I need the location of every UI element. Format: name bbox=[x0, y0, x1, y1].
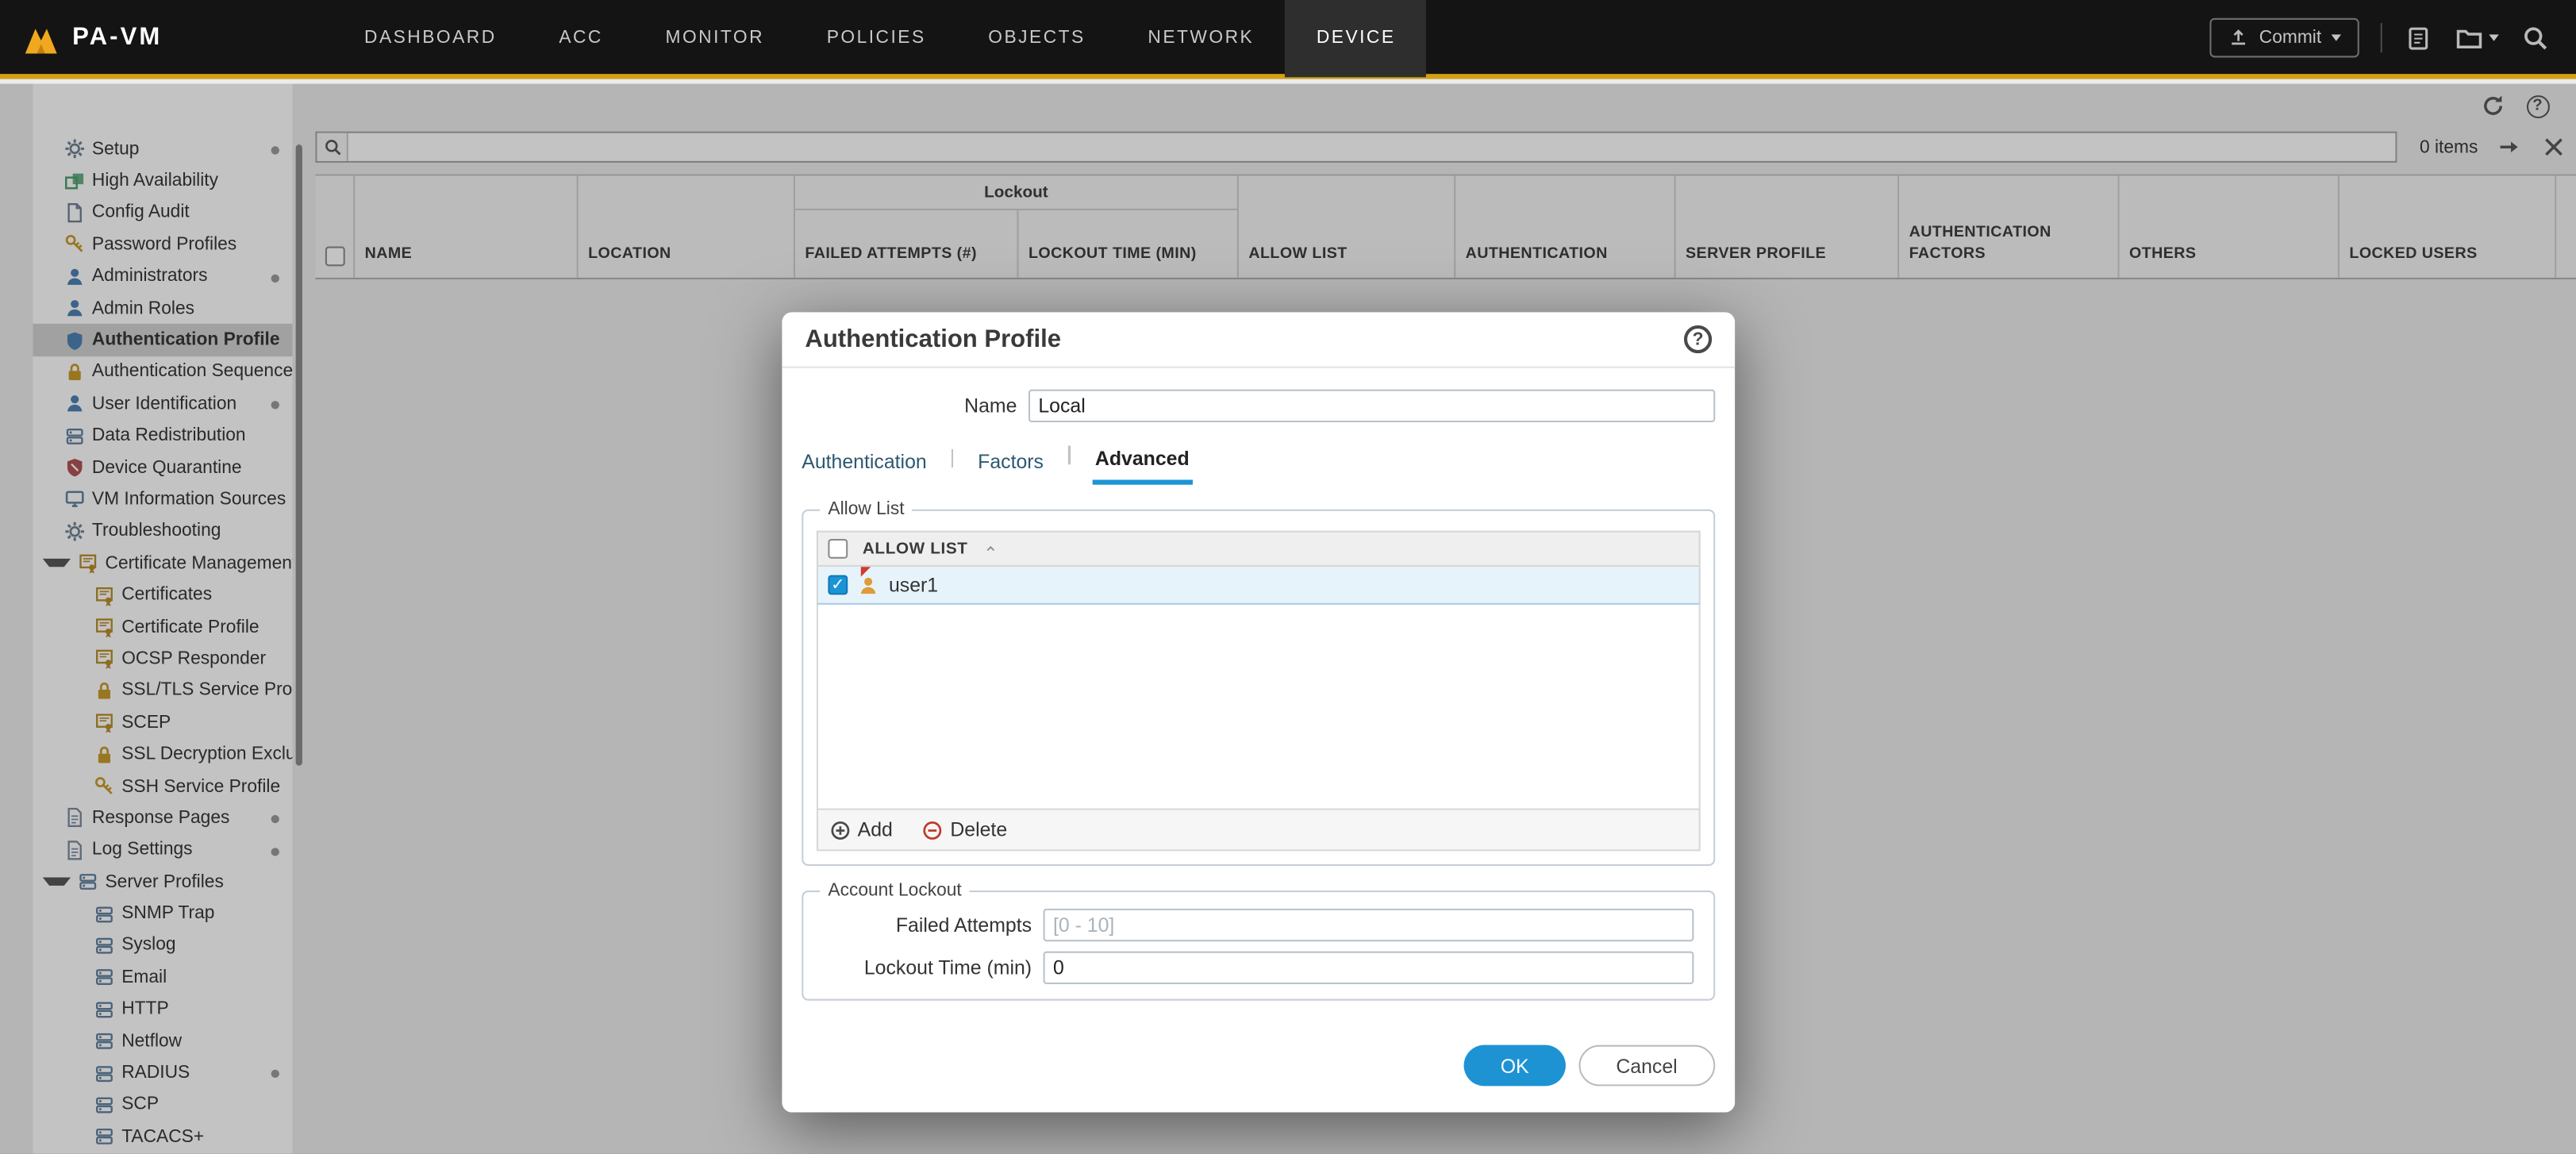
delete-button[interactable]: Delete bbox=[922, 818, 1007, 841]
nav-tab-label: POLICIES bbox=[827, 27, 926, 47]
nav-tab-label: NETWORK bbox=[1148, 27, 1254, 47]
failed-attempts-label: Failed Attempts bbox=[803, 914, 1043, 937]
nav-tab-label: ACC bbox=[559, 27, 603, 47]
logo-text: PA-VM bbox=[72, 23, 162, 51]
dialog-help-icon[interactable]: ? bbox=[1684, 325, 1712, 353]
nav-tab[interactable]: DASHBOARD bbox=[333, 0, 528, 76]
dialog-tab-label: Authentication bbox=[798, 444, 930, 483]
dialog-tab-label: Factors bbox=[975, 444, 1047, 483]
nav-tab-label: MONITOR bbox=[666, 27, 765, 47]
main-nav: DASHBOARD ACC MONITOR POLICIES OBJECTS bbox=[333, 0, 1427, 76]
app-window: PA-VM DASHBOARD ACC MONITOR POLICIES bbox=[0, 0, 2576, 1153]
commit-icon bbox=[2228, 26, 2249, 48]
nav-tab[interactable]: NETWORK bbox=[1117, 0, 1285, 76]
folder-icon bbox=[2455, 22, 2484, 52]
dialog-tab[interactable]: Advanced bbox=[1047, 442, 1193, 485]
row-checkbox[interactable]: ✓ bbox=[828, 575, 848, 595]
delete-label: Delete bbox=[950, 818, 1007, 841]
authentication-profile-dialog: Authentication Profile ? Name Authentica… bbox=[782, 312, 1735, 1112]
lockout-time-input[interactable] bbox=[1044, 952, 1694, 984]
allow-list-legend: Allow List bbox=[820, 499, 913, 519]
dialog-footer: OK Cancel bbox=[1464, 1045, 1715, 1087]
nav-tab[interactable]: ACC bbox=[528, 0, 634, 76]
name-label: Name bbox=[782, 394, 1028, 417]
topbar-actions: Commit bbox=[2210, 17, 2576, 57]
dialog-tab-label: Advanced bbox=[1092, 442, 1193, 485]
dialog-tab[interactable]: Factors bbox=[930, 444, 1047, 483]
chevron-down-icon bbox=[2489, 33, 2498, 40]
nav-tab-label: DASHBOARD bbox=[364, 27, 497, 47]
failed-attempts-row: Failed Attempts bbox=[803, 909, 1694, 941]
commit-button[interactable]: Commit bbox=[2210, 17, 2359, 57]
nav-tab[interactable]: MONITOR bbox=[634, 0, 795, 76]
account-lockout-legend: Account Lockout bbox=[820, 881, 970, 901]
name-input[interactable] bbox=[1028, 390, 1715, 422]
nav-tab-label: DEVICE bbox=[1317, 27, 1396, 47]
plus-circle-icon bbox=[829, 819, 851, 840]
divider bbox=[2381, 22, 2382, 52]
tasks-icon[interactable] bbox=[2404, 22, 2433, 52]
name-row: Name bbox=[782, 390, 1715, 422]
failed-attempts-input[interactable] bbox=[1044, 909, 1694, 941]
allow-list-rows: ✓ user1 bbox=[817, 567, 1701, 605]
lockout-time-row: Lockout Time (min) bbox=[803, 952, 1694, 984]
sort-ascending-icon[interactable] bbox=[982, 542, 999, 556]
commit-label: Commit bbox=[2259, 27, 2321, 47]
account-lockout-fieldset: Account Lockout Failed Attempts Lockout … bbox=[802, 891, 1715, 1001]
user-icon bbox=[858, 575, 879, 596]
allow-list-toolbar: Add Delete bbox=[817, 809, 1701, 852]
nav-tab[interactable]: DEVICE bbox=[1286, 0, 1427, 76]
saved-config-menu[interactable] bbox=[2455, 22, 2499, 52]
search-icon[interactable] bbox=[2520, 22, 2550, 52]
allow-list-select-all-checkbox[interactable] bbox=[828, 539, 848, 559]
top-bar: PA-VM DASHBOARD ACC MONITOR POLICIES bbox=[0, 0, 2576, 79]
dialog-tabs: Authentication Factors Advanced bbox=[798, 442, 1735, 485]
allow-list-fieldset: Allow List ALLOW LIST ✓ user1 bbox=[802, 510, 1715, 866]
nav-tab[interactable]: OBJECTS bbox=[957, 0, 1117, 76]
ok-button[interactable]: OK bbox=[1464, 1045, 1565, 1087]
flame-logo-icon bbox=[23, 19, 60, 56]
chevron-down-icon bbox=[2332, 33, 2341, 40]
allow-list-entry: user1 bbox=[889, 573, 938, 596]
cancel-button[interactable]: Cancel bbox=[1578, 1045, 1716, 1087]
add-label: Add bbox=[858, 818, 893, 841]
allow-list-column-header[interactable]: ALLOW LIST bbox=[863, 540, 968, 558]
allow-list-row[interactable]: ✓ user1 bbox=[817, 567, 1701, 605]
minus-circle-icon bbox=[922, 819, 944, 840]
add-button[interactable]: Add bbox=[829, 818, 892, 841]
allow-list-empty-area bbox=[817, 605, 1701, 809]
allow-list-header: ALLOW LIST bbox=[817, 531, 1701, 567]
lockout-time-label: Lockout Time (min) bbox=[803, 956, 1043, 979]
pan-logo: PA-VM bbox=[0, 19, 162, 56]
dialog-header: Authentication Profile ? bbox=[782, 312, 1735, 367]
dialog-tab[interactable]: Authentication bbox=[798, 444, 930, 483]
dialog-title: Authentication Profile bbox=[805, 325, 1684, 353]
nav-tab-label: OBJECTS bbox=[988, 27, 1085, 47]
nav-tab[interactable]: POLICIES bbox=[795, 0, 957, 76]
modified-marker bbox=[861, 567, 871, 576]
